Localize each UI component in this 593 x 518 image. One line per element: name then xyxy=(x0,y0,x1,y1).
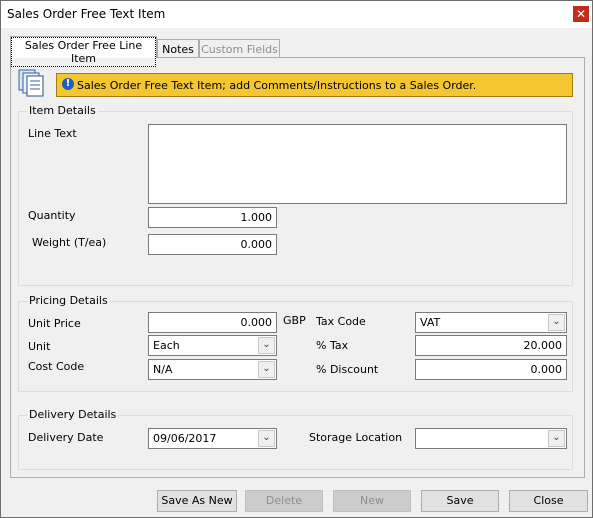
tab-sales-order-free-line-item[interactable]: Sales Order Free Line Item xyxy=(10,36,157,67)
unit-select[interactable]: Each ⌄ xyxy=(148,335,277,356)
close-button[interactable]: Close xyxy=(509,490,588,512)
tax-code-value: VAT xyxy=(420,316,441,329)
chevron-down-icon[interactable]: ⌄ xyxy=(548,430,565,447)
line-text-input[interactable] xyxy=(148,124,567,204)
quantity-input[interactable]: 1.000 xyxy=(148,207,277,228)
storage-location-label: Storage Location xyxy=(309,431,403,444)
cost-code-value: N/A xyxy=(153,363,173,376)
weight-label: Weight (T/ea) xyxy=(32,236,107,249)
tax-percent-label: % Tax xyxy=(316,339,349,352)
close-window-button[interactable]: ✕ xyxy=(573,6,589,22)
cost-code-label: Cost Code xyxy=(28,360,85,373)
tab-custom-fields[interactable]: Custom Fields xyxy=(199,39,280,58)
currency-label: GBP xyxy=(283,314,306,327)
tax-percent-input[interactable]: 20.000 xyxy=(415,335,567,356)
tax-code-select[interactable]: VAT ⌄ xyxy=(415,312,567,333)
delivery-date-picker[interactable]: 09/06/2017 ⌄ xyxy=(148,428,277,449)
banner-text: Sales Order Free Text Item; add Comments… xyxy=(77,79,477,92)
chevron-down-icon[interactable]: ⌄ xyxy=(548,314,565,331)
close-icon: ✕ xyxy=(575,7,587,21)
tab-label: Custom Fields xyxy=(201,43,278,56)
discount-percent-input[interactable]: 0.000 xyxy=(415,359,567,380)
unit-value: Each xyxy=(153,339,180,352)
line-text-label: Line Text xyxy=(28,127,77,140)
discount-percent-label: % Discount xyxy=(316,363,379,376)
window-title: Sales Order Free Text Item xyxy=(7,7,166,21)
dialog-window: Sales Order Free Text Item ✕ Sales Order… xyxy=(0,0,593,518)
chevron-down-icon[interactable]: ⌄ xyxy=(258,361,275,378)
delivery-date-value: 09/06/2017 xyxy=(153,432,217,445)
tax-code-label: Tax Code xyxy=(316,315,366,328)
save-button[interactable]: Save xyxy=(421,490,499,512)
weight-input[interactable]: 0.000 xyxy=(148,234,277,255)
unit-price-label: Unit Price xyxy=(28,317,81,330)
title-bar: Sales Order Free Text Item ✕ xyxy=(1,1,592,28)
delivery-date-label: Delivery Date xyxy=(28,431,104,444)
tab-label: Notes xyxy=(162,43,194,56)
cost-code-select[interactable]: N/A ⌄ xyxy=(148,359,277,380)
documents-icon xyxy=(17,67,47,97)
new-button[interactable]: New xyxy=(333,490,411,512)
group-title: Pricing Details xyxy=(27,294,110,307)
storage-location-select[interactable]: ⌄ xyxy=(415,428,567,449)
save-as-new-button[interactable]: Save As New xyxy=(157,490,237,512)
group-title: Delivery Details xyxy=(27,408,119,421)
info-banner: ! Sales Order Free Text Item; add Commen… xyxy=(56,73,573,97)
unit-label: Unit xyxy=(28,340,51,353)
unit-price-input[interactable]: 0.000 xyxy=(148,312,277,333)
delete-button[interactable]: Delete xyxy=(245,490,323,512)
group-title: Item Details xyxy=(27,104,98,117)
chevron-down-icon[interactable]: ⌄ xyxy=(258,430,275,447)
tab-label: Sales Order Free Line Item xyxy=(11,37,156,67)
quantity-label: Quantity xyxy=(28,209,76,222)
info-icon: ! xyxy=(62,78,74,90)
tab-notes[interactable]: Notes xyxy=(157,39,199,58)
chevron-down-icon[interactable]: ⌄ xyxy=(258,337,275,354)
